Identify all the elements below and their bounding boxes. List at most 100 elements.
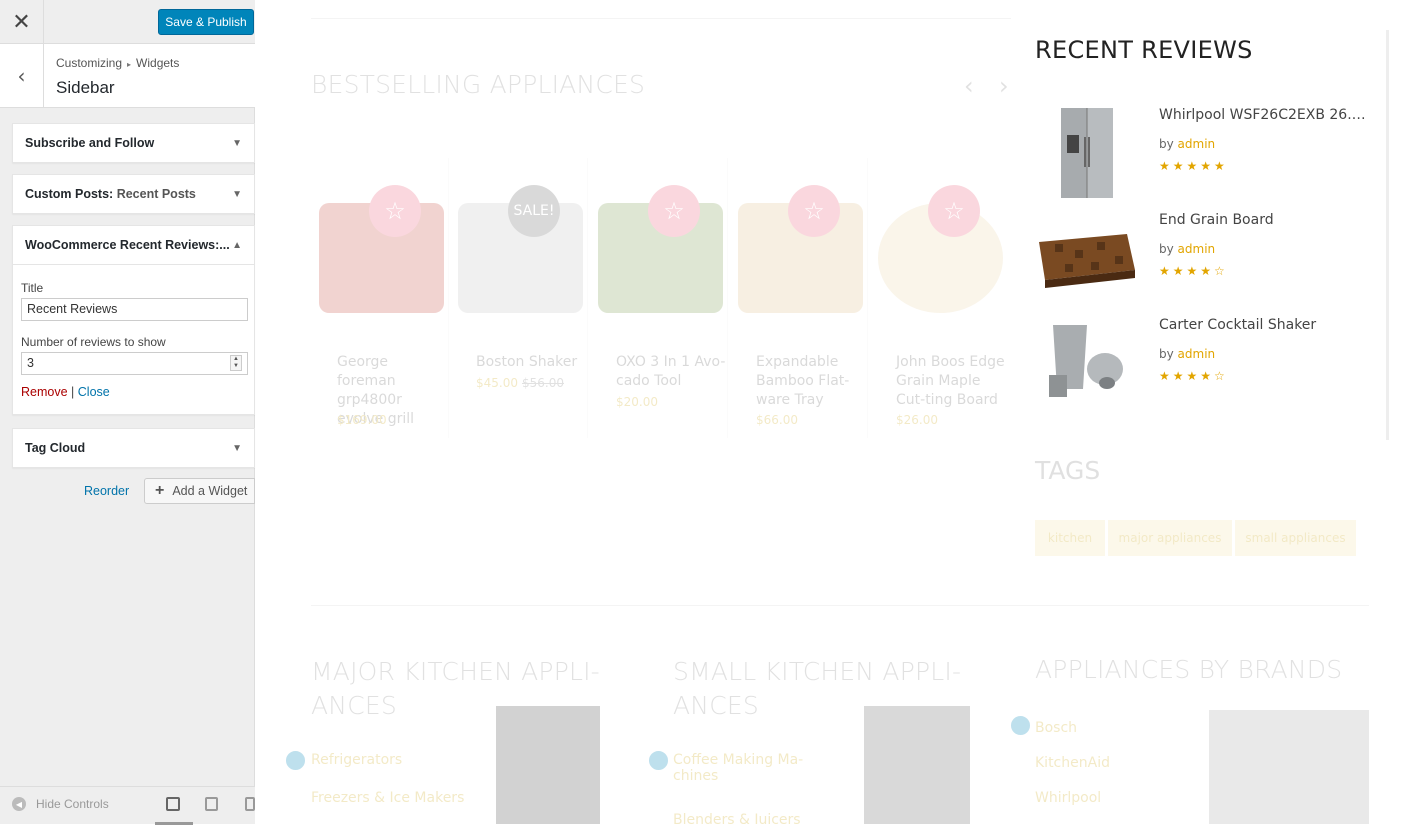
count-field-label: Number of reviews to show [21,335,166,349]
review-product-name[interactable]: Whirlpool WSF26C2EXB 26.4 C... [1159,107,1374,123]
title-field[interactable]: Recent Reviews [21,298,248,321]
widget-form: Title Recent Reviews Number of reviews t… [13,264,254,407]
edit-shortcut-icon[interactable] [1009,714,1032,737]
actions-separator: | [71,385,75,399]
product-name[interactable]: John Boos Edge Grain Maple Cut-ting Boar… [896,353,1008,410]
review-author: by admin [1159,137,1216,151]
add-widget-button[interactable]: + Add a Widget [144,478,255,504]
close-link[interactable]: Close [78,385,110,399]
recent-reviews-title: RECENT REVIEWS [1035,36,1253,64]
breadcrumb-root: Customizing [56,56,123,70]
star-badge-icon: ☆ [928,185,980,237]
hide-controls-button[interactable]: ◀ Hide Controls [12,797,109,811]
dishwasher-image[interactable] [1209,710,1369,824]
expand-arrow-icon[interactable]: ▼ [232,189,242,200]
close-customizer-button[interactable]: ✕ [0,0,44,44]
expand-arrow-icon[interactable]: ▼ [232,443,242,454]
product-name[interactable]: OXO 3 In 1 Avo-cado Tool [616,353,728,391]
brand-link[interactable]: KitchenAid [1035,755,1110,771]
save-publish-button[interactable]: Save & Publish [158,9,254,35]
author-link[interactable]: admin [1178,347,1216,361]
count-stepper[interactable]: 3 [21,352,248,375]
review-item[interactable]: Whirlpool WSF26C2EXB 26.4 C... by admin … [1035,107,1385,207]
tag-chip[interactable]: major appliances [1108,520,1232,556]
tag-chip[interactable]: kitchen [1035,520,1105,556]
widget-tag-cloud[interactable]: Tag Cloud ▼ [12,428,255,468]
carousel-next-icon[interactable]: › [999,72,1009,100]
customizer-footer: ◀ Hide Controls [0,786,255,825]
section-title: Sidebar [56,78,115,97]
category-link[interactable]: Refrigerators [311,752,402,768]
breadcrumb-section: Widgets [136,56,180,70]
coffee-machine-image[interactable] [864,706,970,824]
expand-arrow-icon[interactable]: ▼ [232,138,242,149]
edit-shortcut-icon[interactable] [284,749,307,772]
product-card[interactable]: ☆ OXO 3 In 1 Avo-cado Tool $20.00 [590,158,728,438]
review-product-name[interactable]: Carter Cocktail Shaker [1159,317,1374,333]
product-name[interactable]: Expandable Bamboo Flat-ware Tray [756,353,868,410]
review-author: by admin [1159,242,1216,256]
author-link[interactable]: admin [1178,137,1216,151]
desktop-preview-icon[interactable] [166,797,180,811]
review-author: by admin [1159,347,1216,361]
product-price: $26.00 [896,413,938,427]
product-card[interactable]: ☆ John Boos Edge Grain Maple Cut-ting Bo… [870,158,1008,438]
category-link[interactable]: Freezers & Ice Makers [311,790,464,806]
current-price: $45.00 [476,376,518,390]
remove-link[interactable]: Remove [21,385,68,399]
star-badge-icon: ☆ [788,185,840,237]
scrollbar[interactable] [1386,30,1389,440]
customizer-header: ✕ Save & Publish [0,0,255,44]
reorder-link[interactable]: Reorder [84,484,129,498]
customizer-sidebar: ✕ Save & Publish ‹ Customizing ▸ Widgets S… [0,0,255,825]
fridge-thumbnail[interactable] [1035,107,1137,202]
widget-title: Subscribe and Follow [25,136,155,150]
fridge-image[interactable] [496,706,600,824]
shaker-thumbnail[interactable] [1035,317,1137,412]
divider [311,605,1369,606]
breadcrumb-separator-icon: ▸ [127,60,132,69]
bestselling-title: BESTSELLING APPLIANCES [311,70,646,99]
widget-header[interactable]: Custom Posts: Recent Posts ▼ [13,175,254,213]
board-thumbnail[interactable] [1035,212,1137,307]
sale-badge: SALE! [508,185,560,237]
section-header: ‹ Customizing ▸ Widgets Sidebar [0,44,255,108]
back-button[interactable]: ‹ [0,44,44,108]
category-link[interactable]: Coffee Making Ma-chines [673,752,813,784]
product-price: $66.00 [756,413,798,427]
stepper-arrows-icon[interactable]: ▲ ▼ [230,355,242,371]
mobile-preview-icon[interactable] [245,797,255,811]
collapse-arrow-icon[interactable]: ▲ [232,240,242,251]
product-card[interactable]: ☆ George foreman grp4800r evolve grill $… [311,158,449,438]
widget-recent-reviews[interactable]: WooCommerce Recent Reviews:... ▲ Title R… [12,225,255,415]
bottom-section-title: APPLIANCES BY BRANDS [1035,655,1343,684]
carousel-prev-icon[interactable]: ‹ [964,72,974,100]
product-card[interactable]: SALE! Boston Shaker $45.00 $56.00 [450,158,588,438]
product-price: $45.00 $56.00 [476,376,588,390]
category-link[interactable]: Blenders & Juicers [673,812,801,824]
product-price: $169.00 [337,413,387,427]
review-product-name[interactable]: End Grain Board [1159,212,1374,228]
product-name[interactable]: Boston Shaker [476,353,588,372]
recent-reviews-widget[interactable]: RECENT REVIEWS Whirlpool WSF26C2EXB 26.4… [1035,30,1385,440]
widget-subscribe-follow[interactable]: Subscribe and Follow ▼ [12,123,255,163]
widget-header[interactable]: Subscribe and Follow ▼ [13,124,254,162]
review-item[interactable]: End Grain Board by admin ★★★★☆ [1035,212,1385,312]
review-item[interactable]: Carter Cocktail Shaker by admin ★★★★☆ [1035,317,1385,417]
widget-subtitle: Recent Posts [116,187,196,201]
tags-title: TAGS [1035,456,1101,485]
widget-header[interactable]: Tag Cloud ▼ [13,429,254,467]
widget-title: Tag Cloud [25,441,86,455]
product-card[interactable]: ☆ Expandable Bamboo Flat-ware Tray $66.0… [730,158,868,438]
rating-stars: ★★★★☆ [1159,264,1228,278]
edit-shortcut-icon[interactable] [647,749,670,772]
widget-custom-posts[interactable]: Custom Posts: Recent Posts ▼ [12,174,255,214]
brand-link[interactable]: Whirlpool [1035,790,1101,806]
author-link[interactable]: admin [1178,242,1216,256]
tag-chip[interactable]: small appliances [1235,520,1356,556]
collapse-icon: ◀ [12,797,26,811]
widget-header[interactable]: WooCommerce Recent Reviews:... ▲ [13,226,254,264]
tablet-preview-icon[interactable] [205,797,218,811]
title-field-label: Title [21,281,44,295]
brand-link[interactable]: Bosch [1035,720,1077,736]
